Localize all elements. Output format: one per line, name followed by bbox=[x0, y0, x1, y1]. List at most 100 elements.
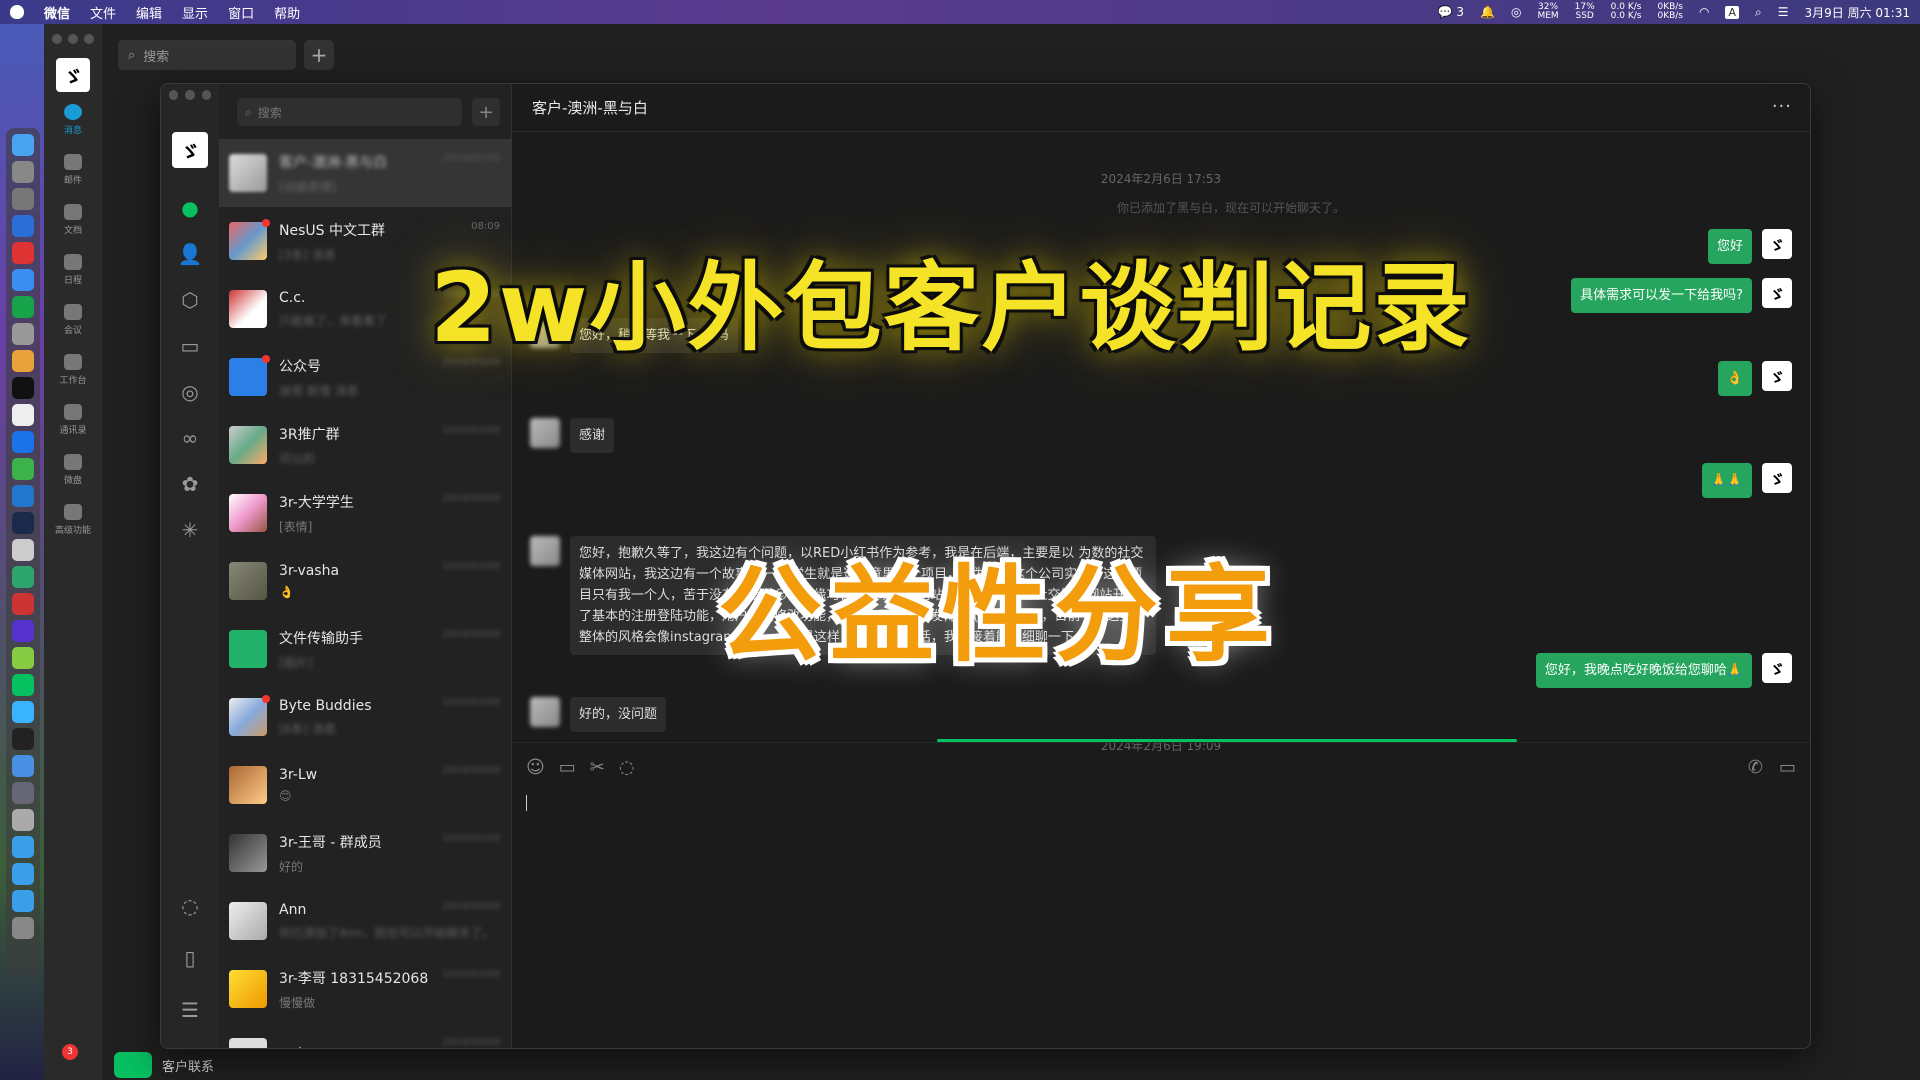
qq-icon[interactable] bbox=[12, 728, 34, 750]
contact-avatar[interactable] bbox=[530, 418, 560, 448]
ssd-stat[interactable]: 17% SSD bbox=[1575, 3, 1595, 21]
contacts-icon[interactable]: 👤 bbox=[178, 242, 203, 266]
message-bubble[interactable]: 您好 bbox=[1707, 229, 1752, 264]
message-bubble[interactable]: 具体需求可以发一下给我吗? bbox=[1571, 278, 1752, 313]
close-icon[interactable] bbox=[52, 34, 62, 44]
conversation-item[interactable]: 3r-Lw 😊 2024/03/08 bbox=[219, 751, 512, 819]
app-icon[interactable] bbox=[12, 620, 34, 642]
my-avatar[interactable]: ゞ bbox=[1762, 463, 1792, 493]
typora-icon[interactable] bbox=[12, 404, 34, 426]
emoji-icon[interactable]: ☺ bbox=[526, 757, 545, 778]
trash-icon[interactable] bbox=[12, 917, 34, 939]
channels-icon[interactable]: ∞ bbox=[178, 426, 202, 450]
app-icon[interactable] bbox=[12, 755, 34, 777]
my-avatar[interactable]: ゞ bbox=[1762, 278, 1792, 308]
chat-icon[interactable]: ● bbox=[178, 196, 202, 220]
profile-avatar[interactable]: ゞ bbox=[172, 132, 208, 168]
message-bubble[interactable]: 您好，我晚点吃好晚饭给您聊哈🙏 bbox=[1535, 653, 1752, 688]
app-icon[interactable] bbox=[12, 323, 34, 345]
bell-icon[interactable]: 🔔 bbox=[1480, 5, 1495, 19]
folder-icon[interactable] bbox=[12, 863, 34, 885]
app-icon[interactable] bbox=[12, 215, 34, 237]
search-input[interactable]: ⌕ 搜索 bbox=[237, 98, 462, 126]
add-button[interactable]: + bbox=[472, 98, 500, 126]
conversation-item[interactable]: 文件传输助手 [图片] 2024/03/08 bbox=[219, 615, 512, 683]
input-method[interactable]: A bbox=[1725, 5, 1740, 19]
bg-nav-drive[interactable]: 微盘 bbox=[63, 454, 82, 486]
wifi-icon[interactable]: ◠ bbox=[1699, 5, 1709, 19]
menu-icon[interactable]: ☰ bbox=[181, 998, 199, 1022]
clock[interactable]: 3月9日 周六 01:31 bbox=[1805, 4, 1910, 21]
message-bubble[interactable]: 感谢 bbox=[570, 418, 615, 453]
bg-add-button[interactable]: + bbox=[304, 40, 334, 70]
my-avatar[interactable]: ゞ bbox=[1762, 229, 1792, 259]
message-bubble[interactable]: 👌 bbox=[1717, 361, 1752, 396]
folder-icon[interactable] bbox=[12, 836, 34, 858]
app-icon[interactable] bbox=[12, 809, 34, 831]
bg-nav-docs[interactable]: 文档 bbox=[63, 204, 82, 236]
minimize-icon[interactable] bbox=[68, 34, 78, 44]
miniprogram-icon[interactable]: ✿ bbox=[178, 472, 202, 496]
my-avatar[interactable]: ゞ bbox=[1762, 361, 1792, 391]
message-bubble[interactable]: 🙏🙏 bbox=[1701, 463, 1752, 498]
menu-window[interactable]: 窗口 bbox=[228, 3, 254, 22]
chat-history-icon[interactable]: ◌ bbox=[619, 757, 635, 778]
bg-nav-meeting[interactable]: 会议 bbox=[63, 304, 82, 336]
tiktok-icon[interactable] bbox=[12, 431, 34, 453]
spotlight-icon[interactable]: ⌕ bbox=[1755, 5, 1762, 20]
my-avatar[interactable]: ゞ bbox=[1762, 653, 1792, 683]
conversation-item[interactable]: 云真 2024/03/08 bbox=[219, 1023, 512, 1048]
lark-icon[interactable] bbox=[12, 269, 34, 291]
app-icon[interactable] bbox=[12, 458, 34, 480]
close-icon[interactable] bbox=[169, 90, 179, 100]
conversation-item[interactable]: 3r-王哥 - 群成员 好的 2024/02/20 bbox=[219, 819, 512, 887]
menu-view[interactable]: 显示 bbox=[182, 3, 208, 22]
apple-icon[interactable] bbox=[10, 5, 24, 19]
bg-nav-contacts[interactable]: 通讯录 bbox=[59, 404, 87, 436]
wps-icon[interactable] bbox=[12, 242, 34, 264]
mini-programs-icon[interactable]: ◌ bbox=[181, 894, 198, 918]
bg-profile-avatar[interactable]: ゞ bbox=[56, 58, 90, 92]
menu-help[interactable]: 帮助 bbox=[274, 3, 300, 22]
box-icon[interactable]: ⬡ bbox=[178, 288, 202, 312]
notification-status[interactable]: 💬 3 bbox=[1438, 5, 1464, 19]
conversation-item[interactable]: 客户-澳洲-黑与白 [动画表情] 2024/02/20 bbox=[219, 139, 512, 207]
folder-icon[interactable]: ▭ bbox=[559, 757, 576, 778]
photoshop-icon[interactable] bbox=[12, 512, 34, 534]
bg-nav-calendar[interactable]: 日程 bbox=[63, 254, 82, 286]
wechat-icon[interactable] bbox=[12, 674, 34, 696]
folder-icon[interactable]: ▭ bbox=[178, 334, 202, 358]
bg-nav-mail[interactable]: 邮件 bbox=[63, 154, 82, 186]
vscode-icon[interactable] bbox=[12, 485, 34, 507]
app-icon[interactable] bbox=[12, 539, 34, 561]
menu-edit[interactable]: 编辑 bbox=[136, 3, 162, 22]
bg-nav-messages[interactable]: 消息 bbox=[63, 104, 82, 136]
settings-icon[interactable] bbox=[12, 188, 34, 210]
conversation-item[interactable]: 3r-大学学生 [表情] 2024/03/08 bbox=[219, 479, 512, 547]
phone-call-icon[interactable]: ✆ bbox=[1748, 757, 1763, 778]
app-icon[interactable] bbox=[12, 782, 34, 804]
minimize-icon[interactable] bbox=[185, 90, 195, 100]
conversation-item[interactable]: Byte Buddies [6条] 消息 2024/03/08 bbox=[219, 683, 512, 751]
conversation-item[interactable]: 3r-李哥 18315452068 慢慢做 2024/03/08 bbox=[219, 955, 512, 1023]
conversation-item[interactable]: 3r-vasha 👌 2024/03/08 bbox=[219, 547, 512, 615]
zoom-icon[interactable] bbox=[84, 34, 94, 44]
net-stat[interactable]: 0.0 K/s 0.0 K/s bbox=[1611, 3, 1642, 21]
folder-icon[interactable] bbox=[12, 890, 34, 912]
conversation-item[interactable]: 3R推广群 可以的 2024/03/08 bbox=[219, 411, 512, 479]
app-icon[interactable] bbox=[12, 296, 34, 318]
launchpad-icon[interactable] bbox=[12, 161, 34, 183]
contact-avatar[interactable] bbox=[530, 536, 560, 566]
message-bubble[interactable]: 好的，没问题 bbox=[570, 697, 667, 732]
text-input[interactable] bbox=[526, 795, 527, 811]
bg-nav-advanced[interactable]: 高级功能 bbox=[55, 504, 91, 536]
contact-avatar[interactable] bbox=[530, 697, 560, 727]
net2-stat[interactable]: 0KB/s 0KB/s bbox=[1657, 3, 1683, 21]
bg-nav-workbench[interactable]: 工作台 bbox=[59, 354, 87, 386]
mem-stat[interactable]: 32% MEM bbox=[1537, 3, 1558, 21]
chrome-icon[interactable] bbox=[12, 350, 34, 372]
finder-icon[interactable] bbox=[12, 134, 34, 156]
filezilla-icon[interactable] bbox=[12, 593, 34, 615]
moments-icon[interactable]: ◎ bbox=[178, 380, 202, 404]
video-call-icon[interactable]: ▭ bbox=[1779, 757, 1796, 778]
